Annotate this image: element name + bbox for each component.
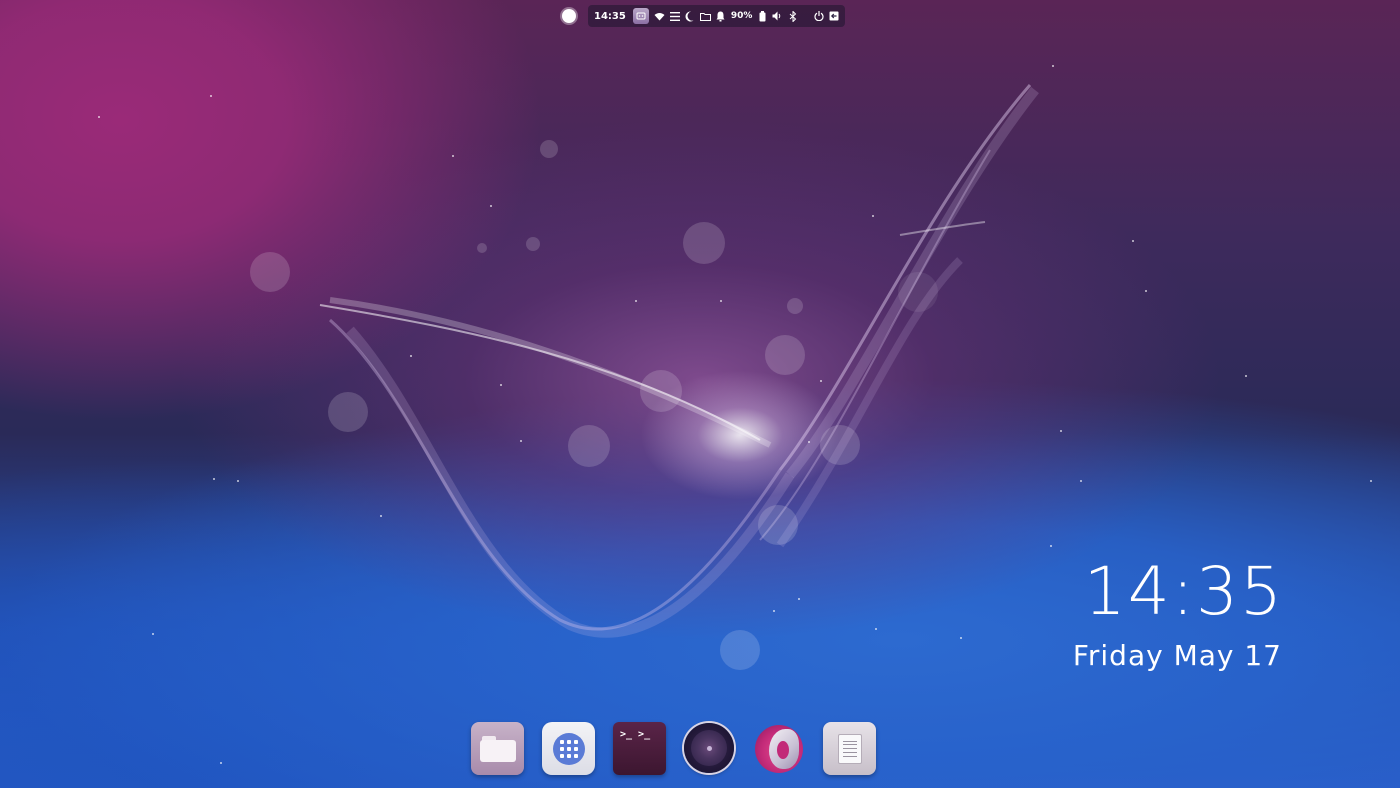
desktop[interactable]: 14:35 90% 14:35 Friday May 17 >_ >_ (0, 0, 1400, 788)
bokeh (568, 425, 610, 467)
star (820, 380, 822, 382)
logout-icon[interactable] (829, 9, 839, 23)
star (960, 637, 962, 639)
star (1132, 240, 1134, 242)
bell-icon[interactable] (716, 9, 726, 23)
bokeh (758, 505, 798, 545)
star (152, 633, 154, 635)
folder-icon (479, 735, 516, 762)
dock-show-applications-button[interactable] (542, 722, 595, 775)
folder-icon[interactable] (699, 9, 711, 23)
speaker-icon[interactable] (772, 9, 783, 23)
dock-firefox-launcher[interactable] (752, 722, 805, 775)
star (1245, 375, 1247, 377)
moon-icon[interactable] (685, 9, 695, 23)
text-document-icon (837, 733, 862, 764)
star (798, 598, 800, 600)
bokeh (540, 140, 558, 158)
star (875, 628, 877, 630)
bluetooth-icon[interactable] (788, 9, 798, 23)
topbar-clock[interactable]: 14:35 (594, 11, 626, 22)
dock-text-editor-launcher[interactable] (823, 722, 876, 775)
star (635, 300, 637, 302)
activities-icon (562, 9, 576, 23)
bokeh (720, 630, 760, 670)
star (237, 480, 239, 482)
battery-icon[interactable] (757, 9, 767, 23)
top-bar: 14:35 90% (559, 4, 846, 28)
star (520, 440, 522, 442)
desktop-clock-time: 14:35 (1083, 553, 1284, 630)
star (1145, 290, 1147, 292)
dock-files-launcher[interactable] (471, 722, 524, 775)
indicator-app-icon[interactable] (632, 8, 649, 24)
dock-terminal-launcher[interactable]: >_ >_ (613, 722, 666, 775)
bokeh (250, 252, 290, 292)
star (213, 478, 215, 480)
app-grid-icon (552, 732, 585, 765)
bokeh (787, 298, 803, 314)
desktop-clock-date: Friday May 17 (1072, 639, 1282, 672)
star (500, 384, 502, 386)
bokeh (640, 370, 682, 412)
bokeh (683, 222, 725, 264)
star (490, 205, 492, 207)
star (773, 610, 775, 612)
music-disc-icon (691, 730, 727, 766)
bokeh (477, 243, 487, 253)
star (720, 300, 722, 302)
star (380, 515, 382, 517)
dock: >_ >_ (471, 722, 876, 776)
wifi-icon[interactable] (654, 9, 665, 23)
status-area[interactable]: 14:35 90% (588, 5, 846, 27)
star (210, 95, 212, 97)
terminal-icon: >_ >_ (620, 729, 651, 740)
star (872, 215, 874, 217)
star (1050, 545, 1052, 547)
star (1370, 480, 1372, 482)
bokeh (765, 335, 805, 375)
activities-button[interactable] (562, 6, 576, 26)
battery-percent[interactable]: 90% (731, 11, 753, 21)
firefox-icon (754, 724, 803, 773)
dock-music-launcher[interactable] (684, 723, 734, 773)
bokeh (820, 425, 860, 465)
star (1060, 430, 1062, 432)
star (808, 441, 810, 443)
star (98, 116, 100, 118)
hamburger-menu-icon[interactable] (669, 9, 680, 23)
bokeh (526, 237, 540, 251)
power-icon[interactable] (814, 9, 824, 23)
star (220, 762, 222, 764)
star (1080, 480, 1082, 482)
bokeh (328, 392, 368, 432)
bokeh (898, 272, 938, 312)
star (452, 155, 454, 157)
star (1052, 65, 1054, 67)
star (410, 355, 412, 357)
